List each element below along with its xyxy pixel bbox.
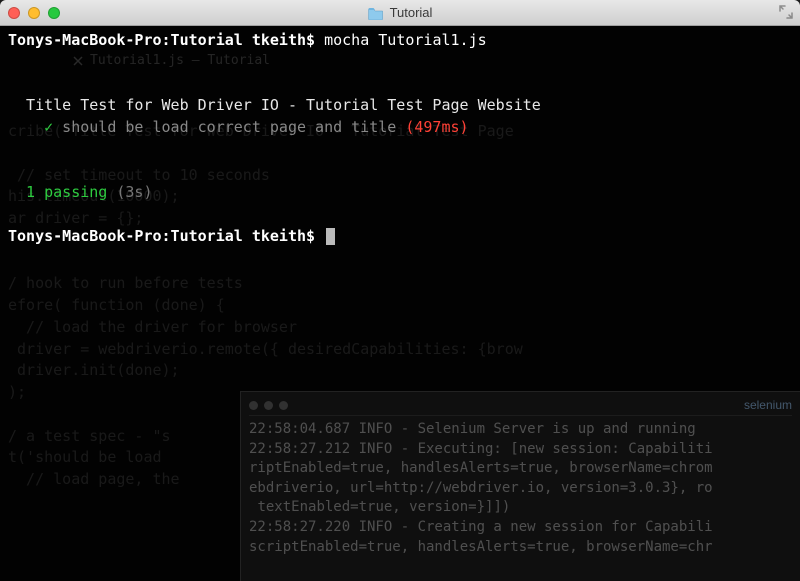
test-result-line: ✓ should be load correct page and title …: [8, 117, 792, 139]
titlebar[interactable]: Tutorial: [0, 0, 800, 26]
selenium-log: 22:58:04.687 INFO - Selenium Server is u…: [249, 420, 792, 557]
zoom-icon[interactable]: [48, 7, 60, 19]
terminal-window: Tutorial Tutorial1.js — Tutorial cribe('…: [0, 0, 800, 581]
prompt-line-2: Tonys-MacBook-Pro:Tutorial tkeith$: [8, 226, 792, 248]
minimize-icon[interactable]: [264, 401, 273, 410]
folder-icon: [368, 6, 384, 20]
checkmark-icon: ✓: [44, 118, 53, 136]
close-icon[interactable]: [249, 401, 258, 410]
summary-duration: (3s): [116, 183, 152, 201]
test-timing: (497ms): [405, 118, 468, 136]
test-suite-title: Title Test for Web Driver IO - Tutorial …: [8, 95, 792, 117]
shell-prompt: Tonys-MacBook-Pro:Tutorial tkeith$: [8, 31, 315, 49]
minimize-icon[interactable]: [28, 7, 40, 19]
test-summary: 1 passing (3s): [8, 182, 792, 204]
test-name: should be load correct page and title: [62, 118, 396, 136]
terminal-output: Tonys-MacBook-Pro:Tutorial tkeith$ mocha…: [8, 30, 792, 248]
selenium-title: selenium: [744, 397, 792, 414]
window-title: Tutorial: [390, 5, 433, 20]
close-icon[interactable]: [8, 7, 20, 19]
zoom-icon[interactable]: [279, 401, 288, 410]
window-title-area: Tutorial: [368, 5, 433, 20]
prompt-line-1: Tonys-MacBook-Pro:Tutorial tkeith$ mocha…: [8, 30, 792, 52]
window-controls: [8, 7, 60, 19]
terminal-body[interactable]: Tutorial1.js — Tutorial cribe('Title Tes…: [0, 26, 800, 581]
selenium-log-window: selenium 22:58:04.687 INFO - Selenium Se…: [240, 391, 800, 581]
cursor: [326, 228, 335, 245]
selenium-titlebar: selenium: [249, 396, 792, 416]
fullscreen-icon[interactable]: [778, 4, 794, 20]
shell-command: mocha Tutorial1.js: [324, 31, 487, 49]
shell-prompt: Tonys-MacBook-Pro:Tutorial tkeith$: [8, 227, 315, 245]
summary-pass-count: 1 passing: [26, 183, 107, 201]
